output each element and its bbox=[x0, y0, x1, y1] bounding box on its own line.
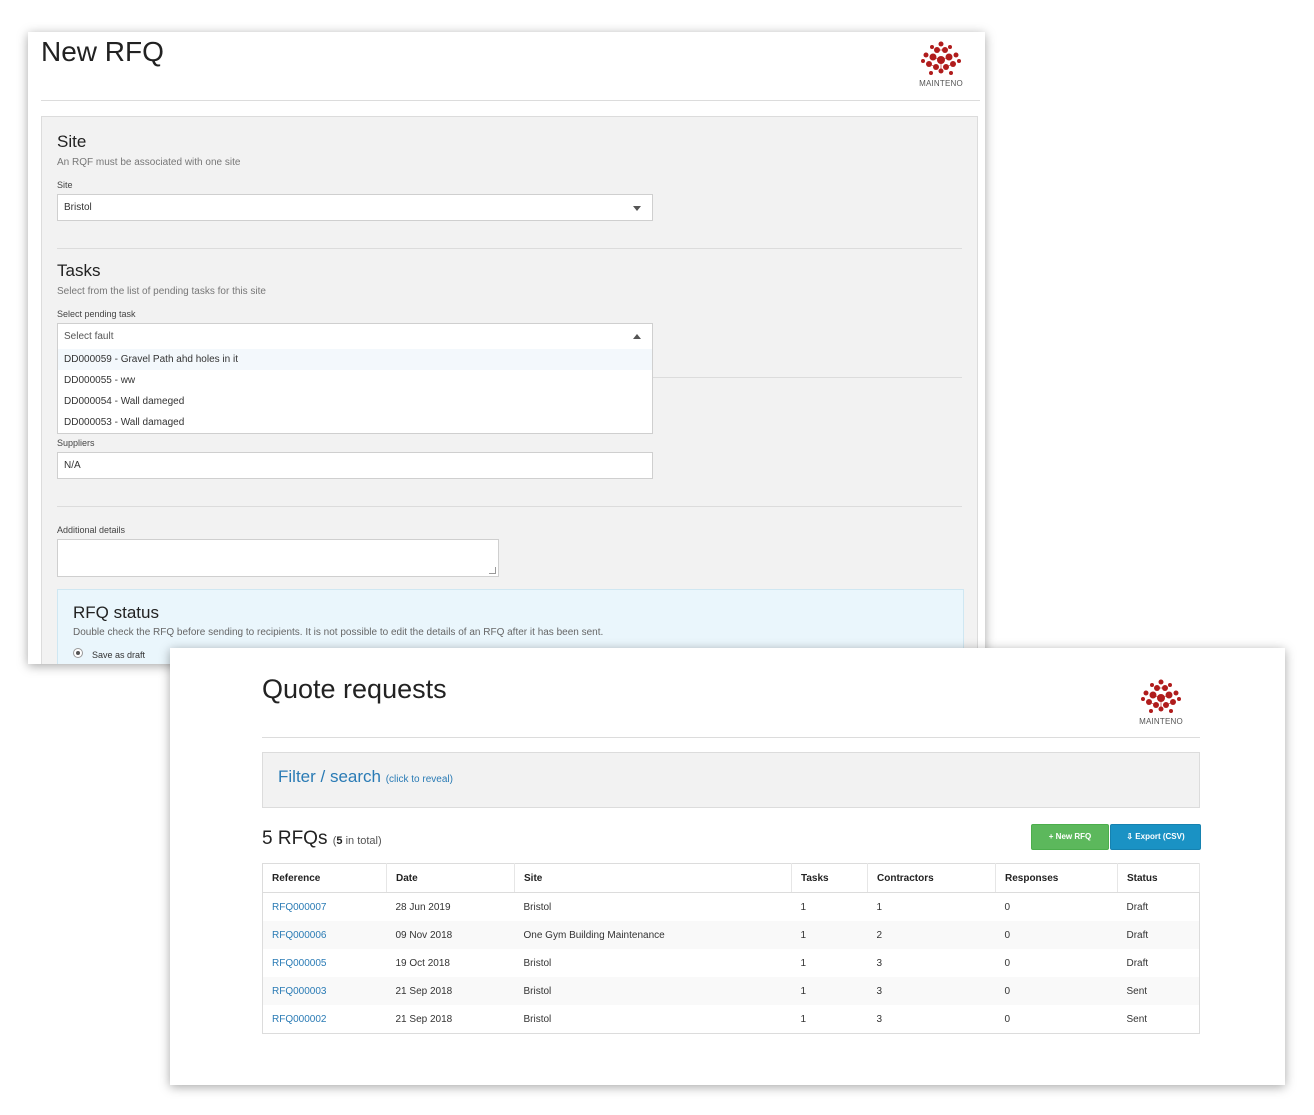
rfq-date: 28 Jun 2019 bbox=[395, 901, 451, 913]
new-rfq-button[interactable]: + New RFQ bbox=[1031, 824, 1109, 850]
logo-text: MAINTENO bbox=[919, 79, 963, 88]
site-select[interactable]: Bristol bbox=[57, 194, 653, 221]
rfq-tasks: 1 bbox=[800, 1013, 807, 1025]
mainteno-logo-icon: MAINTENO bbox=[916, 40, 966, 90]
rfq-contractors: 2 bbox=[867, 921, 996, 949]
rfq-tasks: 1 bbox=[800, 901, 807, 913]
rfq-date: 19 Oct 2018 bbox=[395, 957, 450, 969]
suppliers-value: N/A bbox=[64, 460, 81, 471]
mainteno-logo-icon: MAINTENO bbox=[1136, 678, 1186, 728]
task-select-placeholder: Select fault bbox=[64, 331, 114, 342]
rfq-status: Draft bbox=[1126, 957, 1149, 969]
rfq-reference-link[interactable]: RFQ000003 bbox=[262, 977, 387, 1005]
rfq-site: Bristol bbox=[523, 957, 552, 969]
rfq-tasks: 1 bbox=[800, 957, 807, 969]
task-option[interactable]: DD000055 - ww bbox=[58, 370, 652, 391]
save-as-draft-label: Save as draft bbox=[92, 650, 146, 660]
section-divider bbox=[57, 248, 962, 249]
column-header[interactable]: Date bbox=[386, 863, 515, 893]
section-divider bbox=[57, 506, 962, 507]
filter-panel[interactable]: Filter / search (click to reveal) bbox=[262, 752, 1200, 808]
rfq-date: 21 Sep 2018 bbox=[395, 1013, 453, 1025]
additional-details-label: Additional details bbox=[57, 525, 126, 535]
rfq-count: 5 RFQs (5 in total) bbox=[262, 828, 382, 850]
resize-handle-icon[interactable] bbox=[489, 567, 496, 574]
rfq-reference-link[interactable]: RFQ000007 bbox=[263, 893, 387, 922]
chevron-down-icon bbox=[633, 206, 641, 211]
task-dropdown-list: DD000059 - Gravel Path ahd holes in it D… bbox=[57, 349, 653, 434]
tasks-section-title: Tasks bbox=[57, 261, 101, 280]
column-header[interactable]: Tasks bbox=[791, 863, 868, 893]
filter-toggle[interactable]: Filter / search (click to reveal) bbox=[278, 767, 453, 787]
rfq-site: Bristol bbox=[523, 1013, 552, 1025]
rfq-responses: 0 bbox=[995, 921, 1118, 949]
rfq-tasks: 1 bbox=[791, 921, 868, 949]
new-rfq-window: New RFQ MAINTENO Site An RQF must be ass… bbox=[28, 32, 985, 664]
table-row: RFQ000006 09 Nov 2018 One Gym Building M… bbox=[262, 921, 1200, 949]
page-title: New RFQ bbox=[41, 36, 164, 67]
rfq-status-help: Double check the RFQ before sending to r… bbox=[73, 627, 604, 638]
rfq-date: 09 Nov 2018 bbox=[386, 921, 515, 949]
column-header[interactable]: Contractors bbox=[867, 863, 996, 893]
rfq-status: Draft bbox=[1117, 921, 1200, 949]
filter-hint: (click to reveal) bbox=[385, 774, 453, 785]
rfq-site: One Gym Building Maintenance bbox=[514, 921, 792, 949]
rfq-tasks: 1 bbox=[791, 977, 868, 1005]
rfq-site: Bristol bbox=[523, 901, 552, 913]
site-section-title: Site bbox=[57, 132, 87, 151]
task-option[interactable]: DD000054 - Wall dameged bbox=[58, 391, 652, 412]
header-divider bbox=[262, 737, 1200, 738]
filter-title: Filter / search bbox=[278, 767, 381, 786]
header-divider bbox=[41, 100, 980, 101]
table-row: RFQ000002 21 Sep 2018 Bristol 1 3 0 Sent bbox=[263, 1005, 1200, 1034]
task-option[interactable]: DD000059 - Gravel Path ahd holes in it bbox=[58, 349, 652, 370]
rfq-status-title: RFQ status bbox=[73, 603, 159, 622]
rfq-contractors: 1 bbox=[876, 901, 883, 913]
page-title: Quote requests bbox=[262, 674, 447, 704]
table-row: RFQ000007 28 Jun 2019 Bristol 1 1 0 Draf… bbox=[263, 893, 1200, 922]
site-field-label: Site bbox=[57, 180, 73, 190]
column-header[interactable]: Responses bbox=[995, 863, 1118, 893]
site-select-value: Bristol bbox=[64, 202, 92, 213]
task-select[interactable]: Select fault bbox=[57, 323, 653, 350]
rfq-responses: 0 bbox=[1004, 1013, 1011, 1025]
export-csv-button[interactable]: ⇩ Export (CSV) bbox=[1110, 824, 1201, 850]
rfq-reference-link[interactable]: RFQ000005 bbox=[263, 949, 387, 977]
quote-requests-window: Quote requests MAINTENO Filter / search … bbox=[170, 648, 1285, 1085]
logo-text: MAINTENO bbox=[1139, 717, 1183, 726]
rfq-count-main: 5 RFQs bbox=[262, 828, 328, 849]
tasks-section-help: Select from the list of pending tasks fo… bbox=[57, 286, 266, 297]
rfq-table: Reference Date Site Tasks Contractors Re… bbox=[262, 863, 1200, 1034]
rfq-reference-link[interactable]: RFQ000006 bbox=[262, 921, 387, 949]
rfq-contractors: 3 bbox=[876, 957, 883, 969]
rfq-contractors: 3 bbox=[867, 977, 996, 1005]
table-row: RFQ000003 21 Sep 2018 Bristol 1 3 0 Sent bbox=[262, 977, 1200, 1005]
table-header-row: Reference Date Site Tasks Contractors Re… bbox=[262, 863, 1200, 893]
rfq-count-total: (5 in total) bbox=[332, 835, 382, 847]
table-row: RFQ000005 19 Oct 2018 Bristol 1 3 0 Draf… bbox=[263, 949, 1200, 977]
rfq-reference-link[interactable]: RFQ000002 bbox=[263, 1005, 387, 1034]
rfq-site: Bristol bbox=[514, 977, 792, 1005]
additional-details-textarea[interactable] bbox=[57, 539, 499, 577]
rfq-responses: 0 bbox=[995, 977, 1118, 1005]
rfq-responses: 0 bbox=[1004, 901, 1011, 913]
rfq-status: Draft bbox=[1126, 901, 1149, 913]
column-header[interactable]: Status bbox=[1117, 863, 1200, 893]
save-as-draft-radio[interactable] bbox=[73, 648, 83, 658]
column-header[interactable]: Reference bbox=[262, 863, 387, 893]
rfq-responses: 0 bbox=[1004, 957, 1011, 969]
column-header[interactable]: Site bbox=[514, 863, 792, 893]
task-option[interactable]: DD000053 - Wall damaged bbox=[58, 412, 652, 433]
task-field-label: Select pending task bbox=[57, 309, 136, 319]
rfq-status: Sent bbox=[1126, 1013, 1148, 1025]
chevron-up-icon bbox=[633, 334, 641, 339]
rfq-date: 21 Sep 2018 bbox=[386, 977, 515, 1005]
rfq-status: Sent bbox=[1117, 977, 1200, 1005]
rfq-form: Site An RQF must be associated with one … bbox=[41, 116, 978, 664]
suppliers-input[interactable]: N/A bbox=[57, 452, 653, 479]
rfq-contractors: 3 bbox=[876, 1013, 883, 1025]
site-section-help: An RQF must be associated with one site bbox=[57, 157, 241, 168]
suppliers-label: Suppliers bbox=[57, 438, 95, 448]
